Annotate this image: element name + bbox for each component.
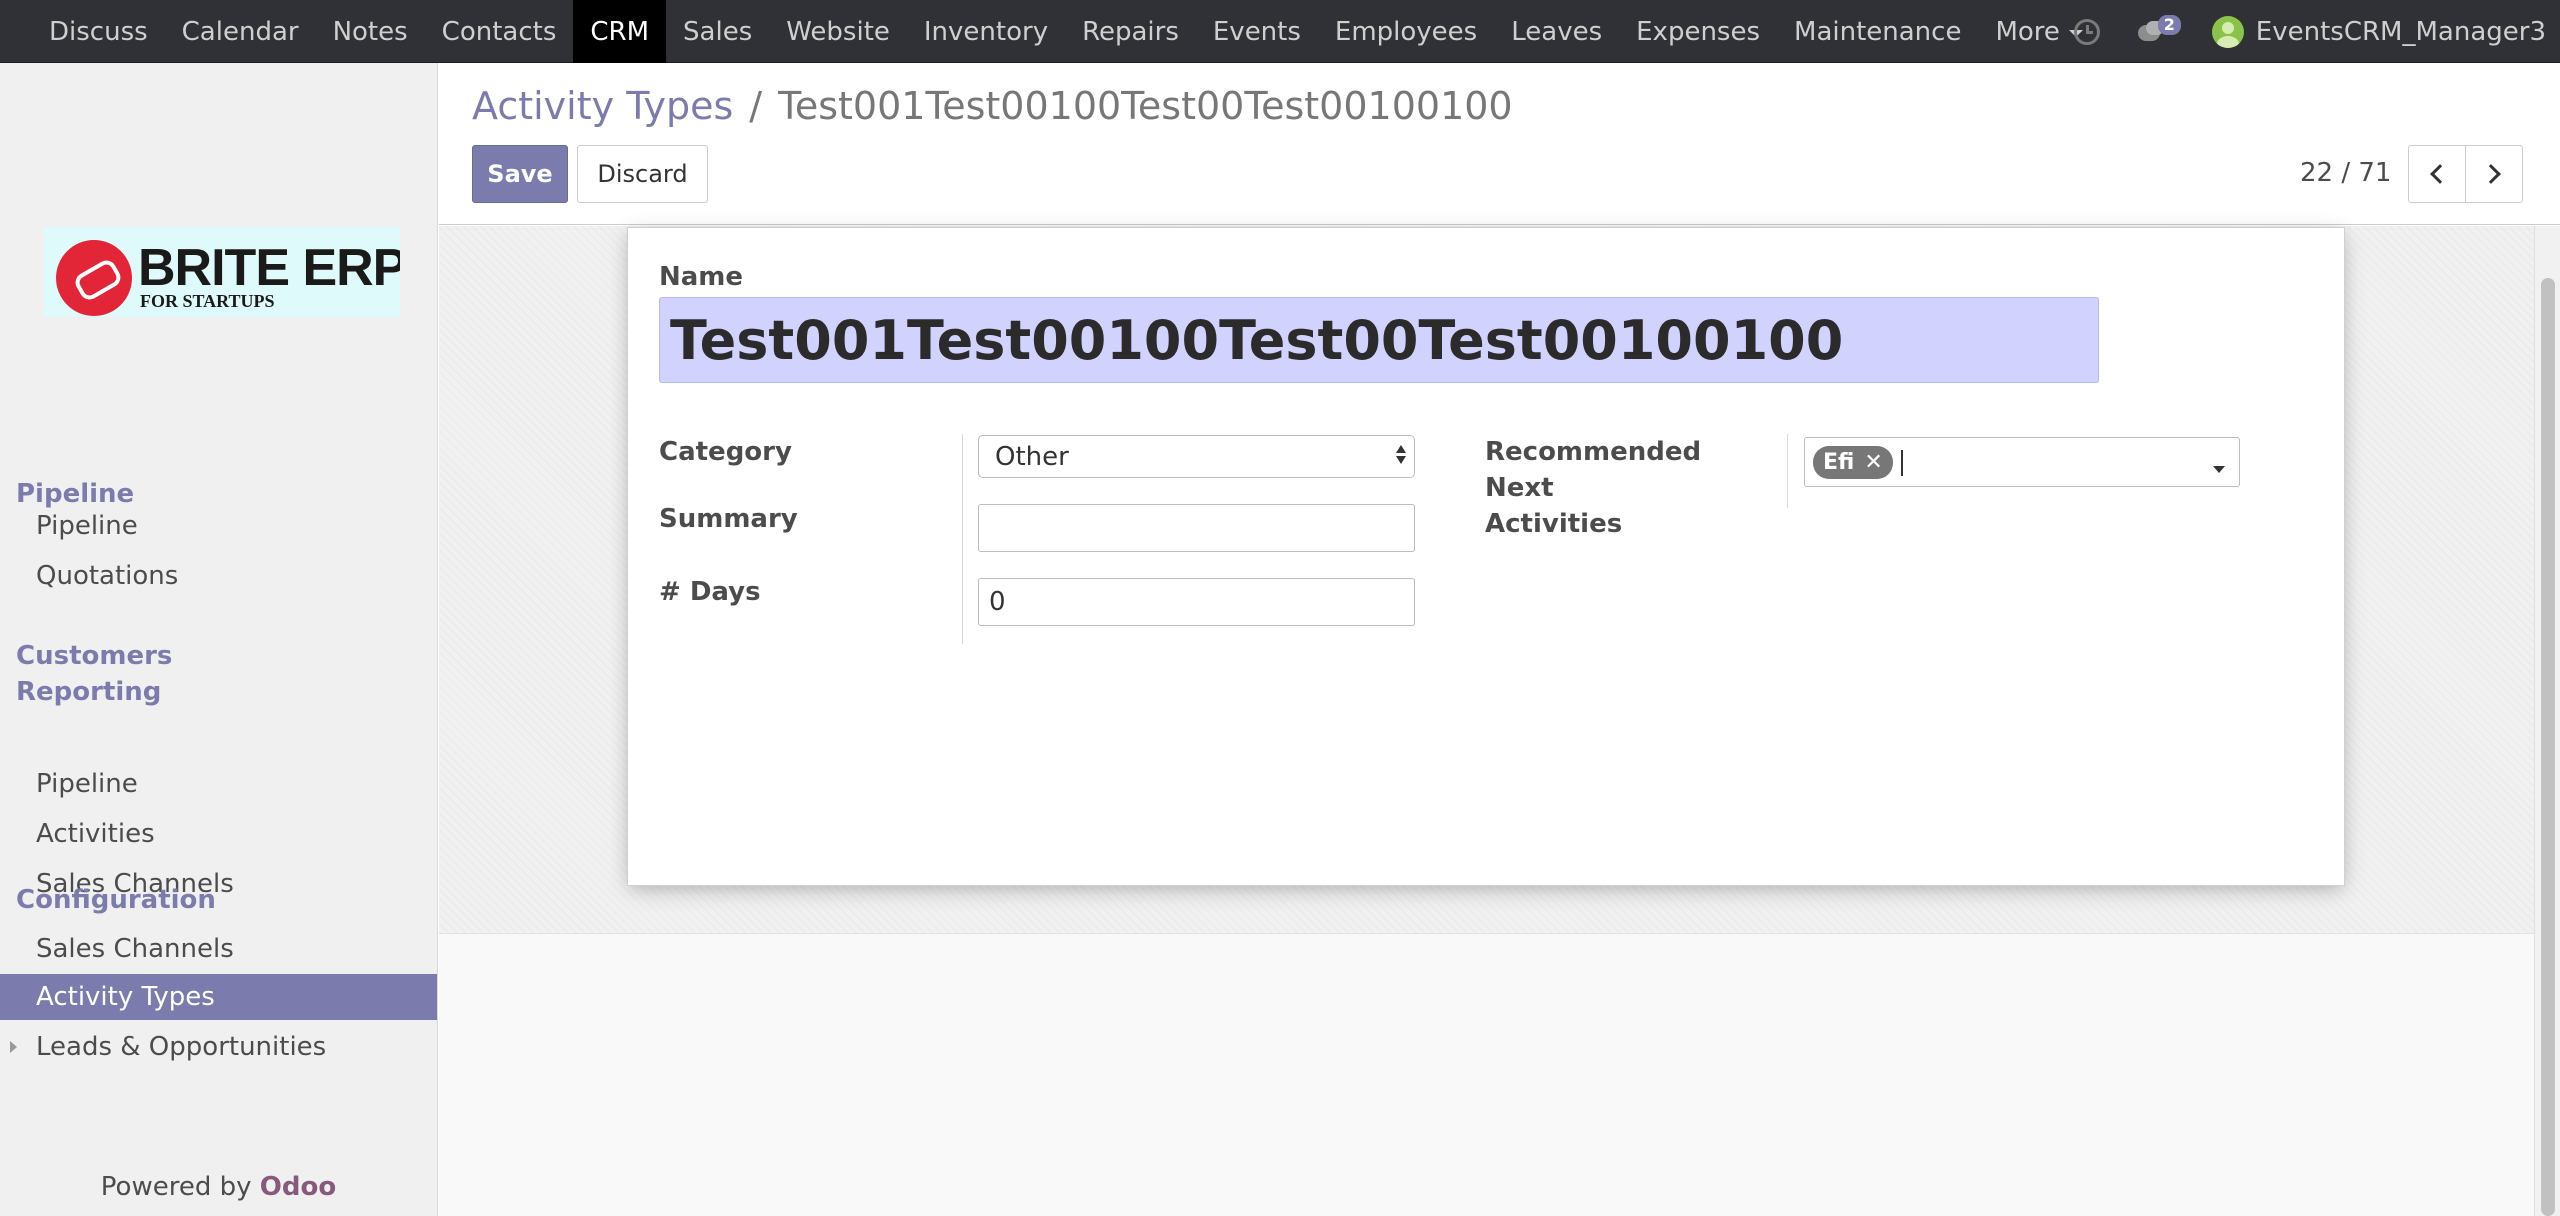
sidebar-item-reporting-pipeline[interactable]: Pipeline [0, 761, 437, 807]
sidebar-item-quotations[interactable]: Quotations [0, 553, 437, 599]
category-select[interactable]: Other [978, 435, 1415, 478]
user-name[interactable]: EventsCRM_Manager3 [2256, 17, 2546, 47]
summary-label: Summary [659, 504, 798, 534]
recommended-next-activities-label: Recommended Next Activities [1485, 434, 1765, 542]
menu-contacts[interactable]: Contacts [425, 0, 574, 63]
category-label: Category [659, 437, 792, 467]
category-select-value: Other [995, 441, 1069, 472]
scrollbar-thumb[interactable] [2541, 278, 2555, 1216]
control-panel: Activity Types / Test001Test00100Test00Tes… [439, 63, 2560, 225]
select-arrows-icon [1396, 445, 1406, 464]
breadcrumb-current: Test001Test00100Test00Test00100100 [778, 84, 1513, 128]
app-menu: Discuss Calendar Notes Contacts CRM Sale… [32, 0, 2100, 63]
recommended-next-activities-label-line1: Recommended Next [1485, 437, 1702, 503]
recommended-next-activities-label-line2: Activities [1485, 509, 1623, 539]
odoo-link[interactable]: Odoo [260, 1172, 336, 1202]
sidebar-item-sales-channels[interactable]: Sales Channels [0, 926, 437, 972]
activity-tag: Efi ✕ [1813, 446, 1893, 479]
vertical-scrollbar[interactable] [2534, 226, 2560, 1216]
remove-tag-icon[interactable]: ✕ [1864, 450, 1882, 475]
text-cursor [1901, 450, 1903, 476]
menu-maintenance[interactable]: Maintenance [1777, 0, 1978, 63]
chevron-right-icon [2481, 164, 2501, 184]
sidebar-item-pipeline[interactable]: Pipeline [0, 503, 437, 549]
activity-tag-label: Efi [1823, 450, 1855, 475]
breadcrumb-separator: / [749, 84, 763, 128]
save-button[interactable]: Save [472, 145, 568, 203]
pager-value[interactable]: 22 / 71 [2300, 155, 2391, 191]
breadcrumb: Activity Types / Test001Test00100Test00Tes… [472, 83, 1513, 129]
powered-by-label: Powered by [100, 1172, 252, 1202]
summary-input[interactable] [978, 504, 1415, 552]
menu-website[interactable]: Website [769, 0, 907, 63]
sidebar-item-leads-opportunities-label: Leads & Opportunities [36, 1032, 327, 1062]
menu-inventory[interactable]: Inventory [907, 0, 1065, 63]
name-label: Name [659, 262, 744, 292]
expand-triangle-icon[interactable] [10, 1041, 17, 1053]
column-divider [962, 434, 963, 644]
recommended-next-activities-field[interactable]: Efi ✕ [1804, 437, 2240, 487]
user-avatar[interactable] [2211, 15, 2244, 48]
sidebar-item-activity-types[interactable]: Activity Types [0, 974, 437, 1020]
column-divider-right [1787, 434, 1788, 508]
menu-sales[interactable]: Sales [666, 0, 769, 63]
menu-notes[interactable]: Notes [316, 0, 425, 63]
messages-badge: 2 [2157, 14, 2181, 35]
menu-more-label: More [1995, 16, 2060, 47]
form-sheet: Name Test001Test00100Test00Test00100100 … [627, 227, 2345, 886]
section-customers-reporting[interactable]: Customers Reporting [16, 638, 276, 710]
logo-subtext: FOR STARTUPS [140, 291, 275, 311]
company-logo: BRITE ERP FOR STARTUPS [44, 227, 400, 317]
pager-next-button[interactable] [2465, 145, 2523, 203]
messages-icon[interactable]: 2 [2137, 14, 2181, 43]
top-navbar: Discuss Calendar Notes Contacts CRM Sale… [0, 0, 2560, 63]
menu-crm[interactable]: CRM [573, 0, 667, 63]
days-label: # Days [659, 577, 761, 607]
breadcrumb-activity-types[interactable]: Activity Types [472, 84, 733, 128]
dropdown-caret-icon[interactable] [2213, 466, 2225, 473]
clock-icon[interactable] [2073, 18, 2100, 45]
menu-expenses[interactable]: Expenses [1619, 0, 1777, 63]
menu-repairs[interactable]: Repairs [1065, 0, 1196, 63]
logo-text: BRITE ERP [138, 239, 400, 297]
systray: 2 EventsCRM_Manager3 [2073, 0, 2546, 63]
menu-employees[interactable]: Employees [1318, 0, 1494, 63]
logo-mark-icon [56, 240, 132, 316]
sidebar-item-leads-opportunities[interactable]: Leads & Opportunities [0, 1024, 437, 1070]
chevron-left-icon [2430, 164, 2450, 184]
menu-calendar[interactable]: Calendar [165, 0, 316, 63]
name-input[interactable]: Test001Test00100Test00Test00100100 [659, 297, 2099, 383]
section-configuration[interactable]: Configuration [16, 882, 216, 918]
menu-events[interactable]: Events [1196, 0, 1318, 63]
discard-button[interactable]: Discard [577, 145, 708, 203]
powered-by: Powered by Odoo [0, 1172, 437, 1202]
days-input[interactable]: 0 [978, 578, 1415, 626]
sidebar-item-activities[interactable]: Activities [0, 811, 437, 857]
sidebar: BRITE ERP FOR STARTUPS Pipeline Pipeline… [0, 63, 438, 1216]
menu-discuss[interactable]: Discuss [32, 0, 165, 63]
menu-leaves[interactable]: Leaves [1494, 0, 1619, 63]
pager-previous-button[interactable] [2408, 145, 2466, 203]
